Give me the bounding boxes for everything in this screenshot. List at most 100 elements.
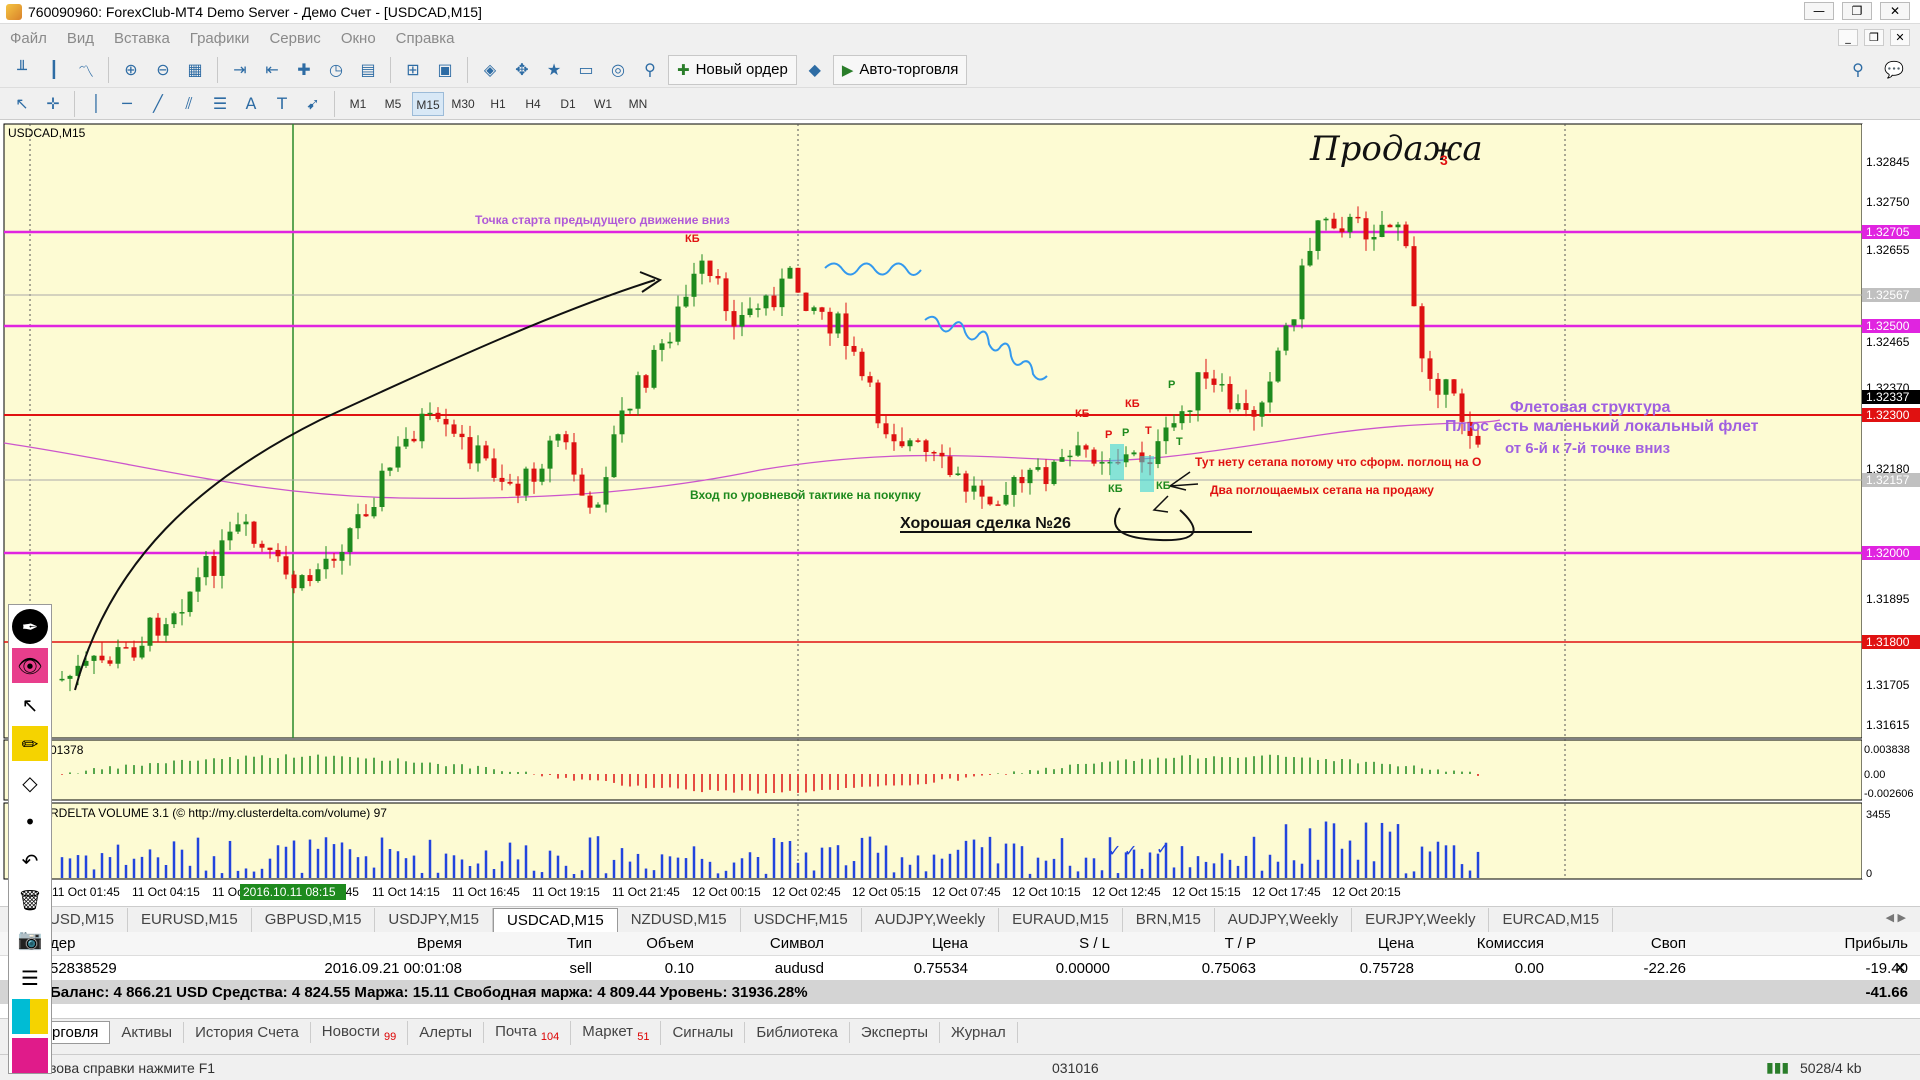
menu-list-icon[interactable]: ☰: [12, 960, 48, 995]
new-chart-icon[interactable]: ⊞: [399, 56, 427, 84]
symbol-tab[interactable]: AUDJPY,Weekly: [862, 908, 1000, 932]
col-commission[interactable]: Комиссия: [1440, 935, 1544, 952]
channel-icon[interactable]: ⫽: [175, 90, 203, 118]
zoom-in-icon[interactable]: ⊕: [117, 56, 145, 84]
col-volume[interactable]: Объем: [590, 935, 694, 952]
undo-icon[interactable]: ↶: [12, 843, 48, 878]
col-order[interactable]: дер: [50, 935, 75, 952]
col-current-price[interactable]: Цена: [1300, 935, 1414, 952]
chart-shift-icon[interactable]: ⇤: [258, 56, 286, 84]
new-order-button[interactable]: ✚ Новый ордер: [668, 54, 797, 85]
search-icon[interactable]: ⚲: [1844, 56, 1872, 84]
candle-chart-icon[interactable]: ┃: [40, 56, 68, 84]
symbol-tab[interactable]: USDJPY,M15: [375, 908, 494, 932]
close-order-icon[interactable]: ✕: [1894, 959, 1907, 977]
mdi-restore-button[interactable]: ❐: [1864, 29, 1884, 46]
col-price[interactable]: Цена: [860, 935, 968, 952]
col-type[interactable]: Тип: [520, 935, 592, 952]
arrows-icon[interactable]: ➹: [299, 90, 327, 118]
navigator-icon[interactable]: ✥: [508, 56, 536, 84]
crosshair-icon[interactable]: ✛: [39, 90, 67, 118]
tab-news[interactable]: Новости 99: [311, 1020, 409, 1045]
maximize-button[interactable]: ❐: [1842, 2, 1872, 20]
timeframe-w1[interactable]: W1: [587, 92, 619, 116]
data-window-icon[interactable]: ★: [540, 56, 568, 84]
tab-library[interactable]: Библиотека: [745, 1022, 850, 1043]
timeframe-m15[interactable]: M15: [412, 91, 444, 116]
tab-assets[interactable]: Активы: [110, 1022, 185, 1043]
menu-help[interactable]: Справка: [386, 30, 465, 47]
terminal-icon[interactable]: ▭: [572, 56, 600, 84]
auto-scroll-icon[interactable]: ⇥: [226, 56, 254, 84]
minimize-button[interactable]: —: [1804, 2, 1834, 20]
symbol-tab[interactable]: USDCHF,M15: [741, 908, 862, 932]
color-swatch-magenta[interactable]: [12, 1038, 48, 1073]
strategy-tester-icon[interactable]: ◎: [604, 56, 632, 84]
eye-icon[interactable]: 👁: [12, 648, 48, 683]
menu-charts[interactable]: Графики: [180, 30, 260, 47]
text-label-icon[interactable]: T: [268, 90, 296, 118]
vertical-line-icon[interactable]: │: [82, 90, 110, 118]
market-watch-icon[interactable]: ◈: [476, 56, 504, 84]
symbol-tab[interactable]: GBPUSD,M15: [252, 908, 376, 932]
chat-icon[interactable]: 💬: [1880, 56, 1908, 84]
symbol-tab[interactable]: BRN,M15: [1123, 908, 1215, 932]
tab-signals[interactable]: Сигналы: [661, 1022, 746, 1043]
timeframe-h1[interactable]: H1: [482, 92, 514, 116]
col-time[interactable]: Время: [330, 935, 462, 952]
menu-insert[interactable]: Вставка: [104, 30, 180, 47]
menu-tools[interactable]: Сервис: [259, 30, 330, 47]
pen-tool-icon[interactable]: ✒: [12, 609, 48, 644]
line-chart-icon[interactable]: 〽: [72, 56, 100, 84]
trash-icon[interactable]: 🗑: [12, 882, 48, 917]
tab-journal[interactable]: Журнал: [940, 1022, 1018, 1043]
metaeditor-icon[interactable]: ◆: [801, 56, 829, 84]
chart-window[interactable]: USDCAD,M15 Точка старта предыдущего движ…: [0, 120, 1920, 908]
col-swap[interactable]: Своп: [1590, 935, 1686, 952]
timeframe-m30[interactable]: M30: [447, 92, 479, 116]
eraser-icon[interactable]: ◇: [12, 765, 48, 800]
tile-windows-icon[interactable]: ▦: [181, 56, 209, 84]
dot-size-icon[interactable]: •: [12, 804, 48, 839]
text-icon[interactable]: A: [237, 90, 265, 118]
tab-scroll-arrows[interactable]: ◀ ▶: [1886, 911, 1906, 924]
symbol-tab[interactable]: NZDUSD,M15: [618, 908, 741, 932]
color-palette-icon[interactable]: [12, 999, 48, 1034]
col-tp[interactable]: T / P: [1140, 935, 1256, 952]
menu-window[interactable]: Окно: [331, 30, 386, 47]
timeframe-m1[interactable]: M1: [342, 92, 374, 116]
symbol-tab[interactable]: EURJPY,Weekly: [1352, 908, 1490, 932]
tab-experts[interactable]: Эксперты: [850, 1022, 941, 1043]
tab-mailbox[interactable]: Почта 104: [484, 1020, 572, 1045]
order-row[interactable]: 52838529 2016.09.21 00:01:08 sell 0.10 a…: [0, 956, 1920, 980]
trendline-icon[interactable]: ╱: [144, 90, 172, 118]
tab-account-history[interactable]: История Счета: [184, 1022, 311, 1043]
symbol-tab[interactable]: EURCAD,M15: [1489, 908, 1614, 932]
symbol-tab[interactable]: AUDJPY,Weekly: [1215, 908, 1353, 932]
options-icon[interactable]: ⚲: [636, 56, 664, 84]
symbol-tab-active[interactable]: USDCAD,M15: [493, 908, 618, 932]
tab-market[interactable]: Маркет 51: [571, 1020, 662, 1045]
menu-view[interactable]: Вид: [57, 30, 104, 47]
autotrading-button[interactable]: ▶ Авто-торговля: [832, 54, 968, 85]
oscillator-pane[interactable]: [3, 739, 1863, 801]
close-button[interactable]: ✕: [1880, 2, 1910, 20]
templates-icon[interactable]: ▤: [354, 56, 382, 84]
profiles-icon[interactable]: ▣: [431, 56, 459, 84]
bar-chart-icon[interactable]: ╨: [8, 56, 36, 84]
camera-icon[interactable]: 📷: [12, 921, 48, 956]
timeframe-d1[interactable]: D1: [552, 92, 584, 116]
col-symbol[interactable]: Символ: [720, 935, 824, 952]
mdi-minimize-button[interactable]: _: [1838, 29, 1858, 46]
menu-file[interactable]: Файл: [0, 30, 57, 47]
symbol-tab[interactable]: EURUSD,M15: [128, 908, 252, 932]
fibo-icon[interactable]: ☰: [206, 90, 234, 118]
timeframe-m5[interactable]: M5: [377, 92, 409, 116]
select-arrow-icon[interactable]: ↖: [12, 687, 48, 722]
tab-alerts[interactable]: Алерты: [408, 1022, 485, 1043]
periods-icon[interactable]: ◷: [322, 56, 350, 84]
horizontal-line-icon[interactable]: ─: [113, 90, 141, 118]
timeframe-mn[interactable]: MN: [622, 92, 654, 116]
indicators-icon[interactable]: ✚: [290, 56, 318, 84]
timeframe-h4[interactable]: H4: [517, 92, 549, 116]
